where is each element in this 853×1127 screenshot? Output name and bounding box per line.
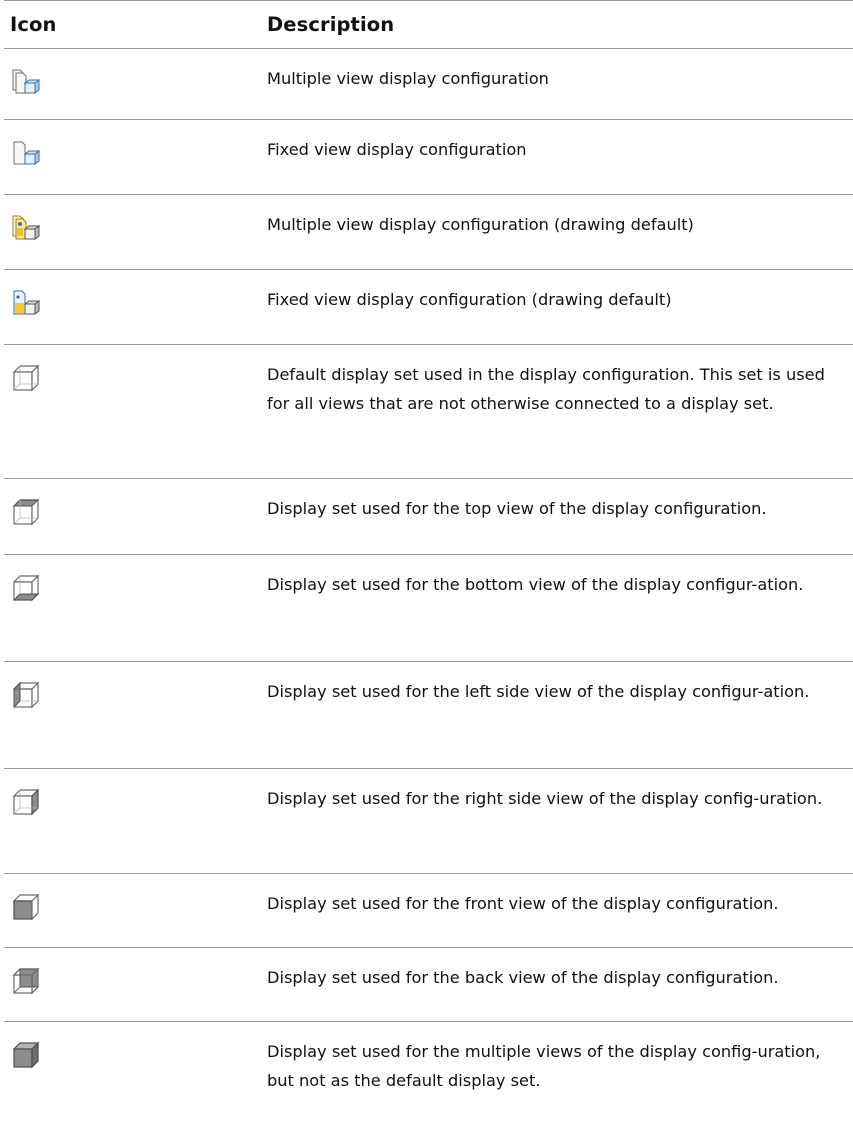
multiple-views-display-set-icon bbox=[10, 1039, 42, 1071]
left-view-display-set-icon bbox=[10, 679, 42, 711]
back-view-display-set-icon bbox=[10, 965, 42, 997]
description-cell: Fixed view display configuration (drawin… bbox=[267, 290, 672, 309]
icon-cell bbox=[4, 195, 267, 244]
multiple-view-config-default-icon bbox=[10, 212, 42, 244]
description-cell: Display set used for the bottom view of … bbox=[267, 575, 804, 594]
description-cell: Display set used for the multiple views … bbox=[267, 1042, 821, 1090]
icon-cell bbox=[4, 49, 267, 98]
description-cell: Default display set used in the display … bbox=[267, 365, 825, 413]
icon-cell bbox=[4, 1022, 267, 1071]
header-description-cell: Description bbox=[267, 13, 853, 36]
table-row: Multiple view display configuration (dra… bbox=[4, 195, 853, 270]
description-cell: Display set used for the right side view… bbox=[267, 789, 823, 808]
description-cell: Display set used for the top view of the… bbox=[267, 499, 767, 518]
description-cell: Fixed view display configuration bbox=[267, 140, 527, 159]
front-view-display-set-icon bbox=[10, 891, 42, 923]
right-view-display-set-icon bbox=[10, 786, 42, 818]
default-display-set-icon bbox=[10, 362, 42, 394]
icon-cell bbox=[4, 345, 267, 394]
table-row: Display set used for the multiple views … bbox=[4, 1022, 853, 1124]
table-row: Display set used for the right side view… bbox=[4, 769, 853, 874]
description-cell: Multiple view display configuration bbox=[267, 69, 549, 88]
table-row: Display set used for the left side view … bbox=[4, 662, 853, 769]
icon-cell bbox=[4, 120, 267, 169]
icon-cell bbox=[4, 555, 267, 604]
table-row: Display set used for the back view of th… bbox=[4, 948, 853, 1022]
top-view-display-set-icon bbox=[10, 496, 42, 528]
header-description-label: Description bbox=[267, 13, 395, 36]
table-row: Display set used for the front view of t… bbox=[4, 874, 853, 948]
table-row: Fixed view display configuration (drawin… bbox=[4, 270, 853, 345]
icon-cell bbox=[4, 479, 267, 528]
icon-cell bbox=[4, 270, 267, 319]
header-icon-cell: Icon bbox=[4, 13, 267, 36]
fixed-view-config-default-icon bbox=[10, 287, 42, 319]
icon-cell bbox=[4, 769, 267, 818]
bottom-view-display-set-icon bbox=[10, 572, 42, 604]
table-row: Default display set used in the display … bbox=[4, 345, 853, 479]
table-row: Fixed view display configuration bbox=[4, 120, 853, 195]
description-cell: Display set used for the left side view … bbox=[267, 682, 810, 701]
icon-cell bbox=[4, 948, 267, 997]
icon-cell bbox=[4, 874, 267, 923]
table-header: Icon Description bbox=[4, 0, 853, 49]
table-row: Display set used for the bottom view of … bbox=[4, 555, 853, 662]
description-cell: Multiple view display configuration (dra… bbox=[267, 215, 694, 234]
header-icon-label: Icon bbox=[10, 13, 57, 36]
table-row: Display set used for the top view of the… bbox=[4, 479, 853, 555]
multiple-view-config-icon bbox=[10, 66, 42, 98]
description-cell: Display set used for the front view of t… bbox=[267, 894, 779, 913]
fixed-view-config-icon bbox=[10, 137, 42, 169]
table-row: Multiple view display configuration bbox=[4, 49, 853, 120]
icon-description-table: Icon Description Multiple view display c… bbox=[4, 0, 853, 1124]
description-cell: Display set used for the back view of th… bbox=[267, 968, 779, 987]
icon-cell bbox=[4, 662, 267, 711]
